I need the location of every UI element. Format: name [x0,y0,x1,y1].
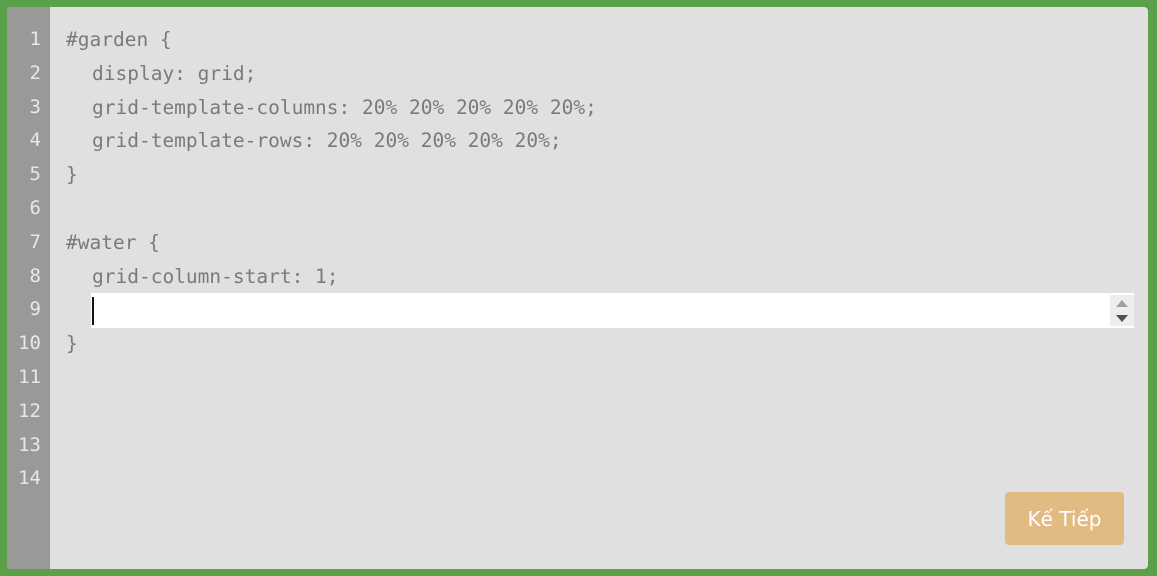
line-number-list: 1 2 3 4 5 6 7 8 9 10 11 12 13 14 [7,23,47,496]
code-line-grid-template-rows: grid-template-rows: 20% 20% 20% 20% 20%; [92,129,562,153]
line-number: 7 [29,230,41,253]
code-line-close-brace: } [66,332,78,356]
line-number: 10 [18,332,41,355]
spinner-down-icon[interactable] [1116,315,1128,323]
line-number: 12 [18,399,41,422]
line-number: 5 [29,163,41,186]
line-number-gutter: 1 2 3 4 5 6 7 8 9 10 11 12 13 14 [7,7,50,569]
css-answer-input[interactable] [91,293,1134,329]
text-caret [92,297,94,326]
code-line-grid-column-start: grid-column-start: 1; [92,264,339,288]
code-line-close-brace: } [66,163,78,187]
line-number: 1 [29,28,41,50]
line-number: 8 [29,264,41,287]
code-editor-panel: 1 2 3 4 5 6 7 8 9 10 11 12 13 14 #garden… [7,7,1148,569]
code-line-garden-selector: #garden { [66,28,172,51]
line-number: 9 [29,298,41,321]
code-line-water-selector: #water { [66,230,160,254]
line-number: 6 [29,196,41,219]
spinner-up-icon[interactable] [1116,300,1128,308]
line-number: 11 [18,365,41,388]
line-number: 2 [29,61,41,84]
line-number: 3 [29,95,41,118]
line-number: 4 [29,129,41,152]
code-area: #garden { display: grid; grid-template-c… [66,23,1134,361]
code-input-row [66,293,1134,329]
code-line-display: display: grid; [92,61,257,85]
input-spinner[interactable] [1110,295,1134,327]
line-number: 14 [18,467,41,490]
line-number: 13 [18,433,41,456]
code-line-grid-template-columns: grid-template-columns: 20% 20% 20% 20% 2… [92,95,597,119]
next-button[interactable]: Kế Tiếp [1005,492,1124,545]
